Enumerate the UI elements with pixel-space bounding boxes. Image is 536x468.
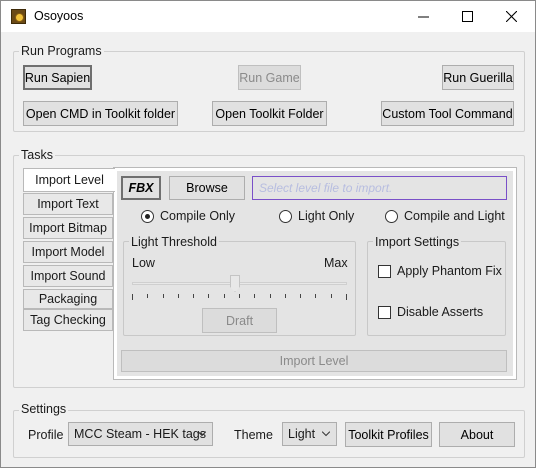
about-button[interactable]: About [439, 422, 515, 447]
disable-asserts-checkbox[interactable]: Disable Asserts [378, 305, 483, 319]
apply-phantom-fix-label: Apply Phantom Fix [397, 264, 502, 278]
radio-light-only[interactable]: Light Only [279, 209, 354, 223]
chevron-down-icon [322, 431, 330, 437]
maximize-icon [461, 11, 473, 22]
run-sapien-button[interactable]: Run Sapien [23, 65, 92, 90]
tab-import-level[interactable]: Import Level [23, 168, 115, 192]
slider-tick [346, 294, 347, 300]
browse-button[interactable]: Browse [169, 176, 245, 200]
run-guerilla-button[interactable]: Run Guerilla [442, 65, 514, 90]
tab-tag-checking[interactable]: Tag Checking [23, 309, 113, 331]
open-cmd-button[interactable]: Open CMD in Toolkit folder [23, 101, 178, 126]
theme-select[interactable]: Light [282, 422, 337, 446]
slider-tick [300, 294, 301, 298]
run-game-button[interactable]: Run Game [238, 65, 301, 90]
tab-import-bitmap[interactable]: Import Bitmap [23, 217, 113, 239]
slider-tick [147, 294, 148, 298]
theme-select-value: Light [288, 427, 316, 441]
apply-phantom-fix-box[interactable] [378, 264, 391, 278]
slider-tick [270, 294, 271, 298]
slider-tick [239, 294, 240, 298]
profile-select[interactable]: MCC Steam - HEK tags [68, 422, 213, 446]
radio-light-only-label: Light Only [298, 209, 355, 223]
fbx-button[interactable]: FBX [121, 176, 161, 200]
close-icon [505, 11, 517, 22]
tab-packaging[interactable]: Packaging [23, 289, 113, 309]
apply-phantom-fix-checkbox[interactable]: Apply Phantom Fix [378, 264, 502, 278]
slider-max-label: Max [324, 256, 348, 270]
open-toolkit-folder-button[interactable]: Open Toolkit Folder [212, 101, 327, 126]
level-file-input[interactable]: Select level file to import. [252, 176, 507, 200]
radio-compile-and-light-circle[interactable] [385, 209, 398, 223]
import-settings-label: Import Settings [373, 235, 462, 249]
slider-tick [132, 294, 133, 300]
window-title: Osoyoos [34, 9, 84, 23]
slider-tick [208, 294, 209, 298]
maximize-button[interactable] [447, 1, 487, 32]
tasks-label: Tasks [19, 148, 55, 162]
disable-asserts-label: Disable Asserts [397, 305, 484, 319]
tab-import-model[interactable]: Import Model [23, 241, 113, 263]
tab-import-text[interactable]: Import Text [23, 193, 113, 215]
slider-tick [254, 294, 255, 298]
radio-compile-only-label: Compile Only [160, 209, 236, 223]
custom-tool-command-button[interactable]: Custom Tool Command [381, 101, 514, 126]
profile-label: Profile [28, 428, 64, 442]
slider-tick [285, 294, 286, 298]
minimize-icon [417, 16, 429, 18]
radio-light-only-circle[interactable] [279, 209, 292, 223]
theme-label: Theme [234, 428, 273, 442]
chevron-down-icon [198, 431, 206, 437]
slider-tick [178, 294, 179, 298]
slider-tick [163, 294, 164, 298]
app-window: Osoyoos Run Programs Run Sapien Run Game… [0, 0, 536, 468]
minimize-button[interactable] [403, 1, 443, 32]
slider-tick [193, 294, 194, 298]
import-settings-group [367, 241, 506, 336]
import-level-button[interactable]: Import Level [121, 350, 507, 372]
light-threshold-label: Light Threshold [129, 235, 219, 249]
run-programs-label: Run Programs [19, 44, 104, 58]
slider-tick [315, 294, 316, 298]
draft-button[interactable]: Draft [202, 308, 277, 333]
radio-compile-only[interactable]: Compile Only [141, 209, 235, 223]
disable-asserts-box[interactable] [378, 305, 391, 319]
radio-compile-and-light[interactable]: Compile and Light [385, 209, 505, 223]
slider-tick [224, 294, 225, 298]
radio-compile-only-circle[interactable] [141, 209, 154, 223]
slider-tick [331, 294, 332, 298]
close-button[interactable] [491, 1, 531, 32]
radio-compile-and-light-label: Compile and Light [404, 209, 505, 223]
slider-low-label: Low [132, 256, 155, 270]
toolkit-profiles-button[interactable]: Toolkit Profiles [345, 422, 432, 447]
profile-select-value: MCC Steam - HEK tags [74, 427, 206, 441]
title-bar[interactable]: Osoyoos [1, 1, 535, 32]
tab-import-sound[interactable]: Import Sound [23, 265, 113, 287]
app-logo-icon [11, 9, 26, 24]
settings-label: Settings [19, 402, 69, 416]
